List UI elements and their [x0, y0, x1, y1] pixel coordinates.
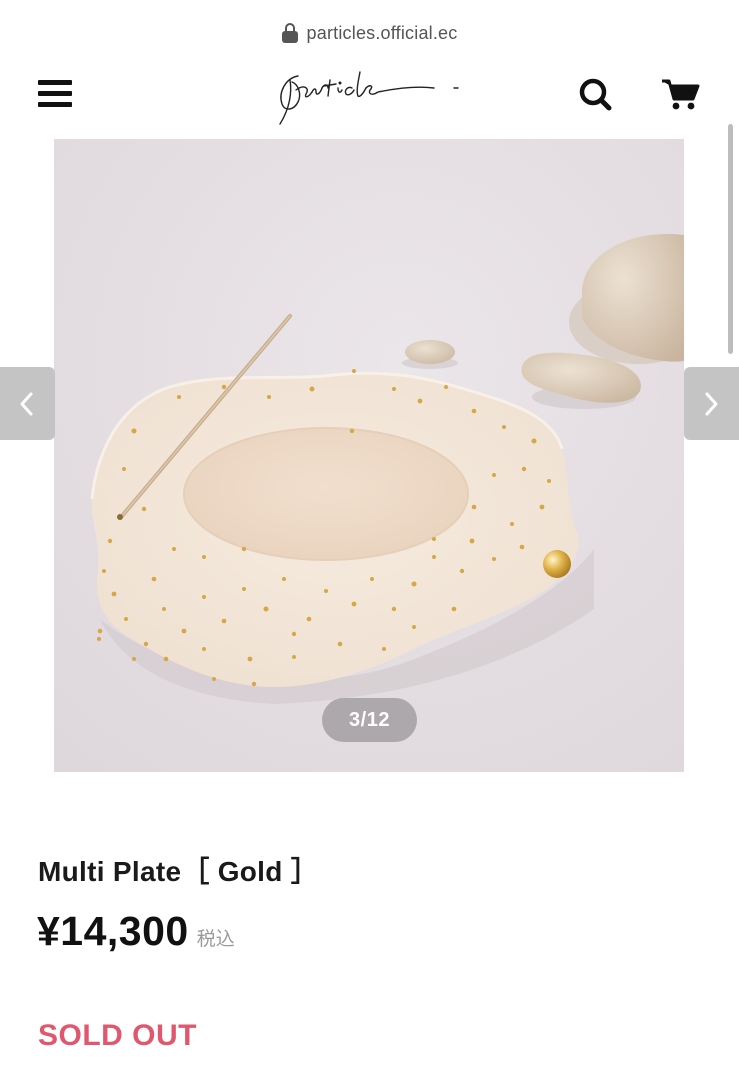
hamburger-menu-icon[interactable] — [38, 80, 72, 108]
tax-included-label: 税込 — [196, 929, 235, 950]
chevron-left-icon — [20, 392, 33, 416]
site-logo[interactable] — [268, 58, 468, 130]
product-price: ¥14,300 — [37, 908, 189, 954]
gallery-counter: 3/12 — [322, 698, 417, 742]
product-photo — [54, 139, 684, 772]
url-bar[interactable]: particles.official.ec — [0, 18, 739, 48]
page-scrollbar[interactable] — [728, 124, 733, 354]
sold-out-status: SOLD OUT — [38, 1019, 197, 1052]
gallery-prev-button[interactable] — [0, 367, 55, 440]
chevron-right-icon — [705, 392, 718, 416]
cart-icon[interactable] — [660, 76, 702, 112]
gallery-next-button[interactable] — [684, 367, 739, 440]
price-row: ¥14,300 税込 — [37, 908, 235, 955]
search-icon[interactable] — [576, 76, 616, 112]
site-header — [0, 58, 739, 130]
lock-icon — [281, 23, 298, 43]
product-title: Multi Plate［ Gold ］ — [38, 856, 320, 887]
product-image-carousel[interactable]: 3/12 — [54, 139, 684, 772]
url-text: particles.official.ec — [306, 22, 458, 43]
